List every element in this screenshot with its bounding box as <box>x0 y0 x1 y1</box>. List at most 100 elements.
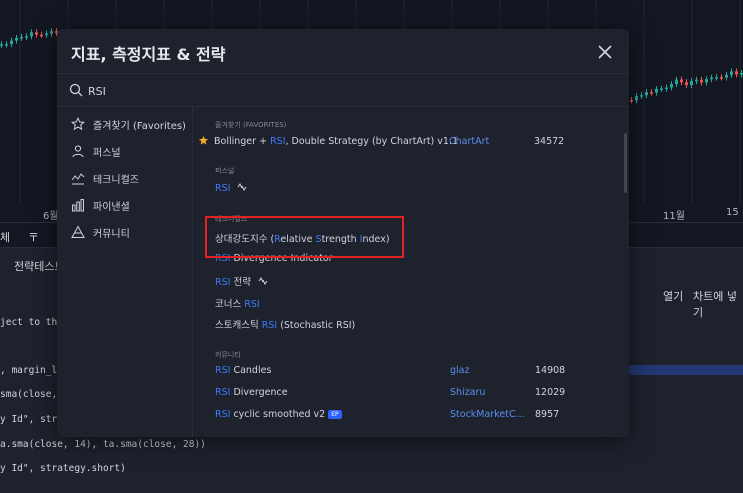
sidebar-item-community[interactable]: 커뮤니티 <box>71 223 130 241</box>
candle-body <box>735 71 738 75</box>
candle-body <box>40 34 43 37</box>
category-sidebar: 즐겨찾기 (Favorites) 퍼스널 테크니컬즈 파이낸셜 커뮤니티 <box>57 107 193 437</box>
search-match: RSI <box>244 299 260 310</box>
candle-body <box>0 44 3 46</box>
sidebar-item-label: 테크니컬즈 <box>93 174 139 186</box>
toolbar-item[interactable]: 체 <box>0 229 10 245</box>
code-line: y Id", strategy.short) <box>0 463 126 474</box>
search-match: RSI <box>270 136 286 147</box>
sidebar-item-technicals[interactable]: 테크니컬즈 <box>71 169 139 187</box>
candle-body <box>695 79 698 82</box>
result-author[interactable]: ChartArt <box>449 136 489 147</box>
editors-pick-badge: EP <box>328 410 342 419</box>
results-scrollbar[interactable] <box>624 133 627 193</box>
candle-body <box>635 96 638 101</box>
candle-body <box>670 84 673 88</box>
x-axis-label: 11월 <box>663 211 685 222</box>
result-item[interactable]: Bollinger + RSI, Double Strategy (by Cha… <box>198 134 619 150</box>
dialog-title: 지표, 측정지표 & 전략 <box>71 45 226 64</box>
result-name: cyclic smoothed v2 <box>230 409 326 420</box>
result-name: Bollinger + <box>214 136 271 147</box>
candle-body <box>710 77 713 80</box>
candle-body <box>685 82 688 86</box>
result-likes: 34572 <box>534 136 565 147</box>
result-likes: 14908 <box>535 365 566 376</box>
result-name: Divergence <box>230 387 288 398</box>
sidebar-item-label: 파이낸셜 <box>93 201 130 213</box>
result-name: 스토캐스틱 <box>215 320 262 331</box>
result-item[interactable]: RSI Candles glaz 14908 <box>199 363 619 379</box>
candle-body <box>655 88 658 93</box>
community-icon <box>71 225 85 238</box>
candle-body <box>30 32 33 37</box>
star-icon <box>71 117 85 131</box>
search-icon <box>69 83 83 97</box>
search-match: RSI <box>261 320 278 331</box>
result-name: Candles <box>230 365 272 376</box>
result-name: , Double Strategy (by ChartArt) v1.1 <box>285 136 459 147</box>
candle-body <box>20 36 23 39</box>
screen: 6월 11월 15 체 〒 전략테스트 열기 차트에 넣기 ject to th… <box>0 0 743 493</box>
selection-highlight <box>629 365 743 375</box>
result-item[interactable]: 코너스 RSI <box>199 294 619 310</box>
code-line: a.sma(close, 14), ta.sma(close, 28)) <box>0 439 206 450</box>
result-item[interactable]: RSI Divergence Shizaru 12029 <box>199 385 619 401</box>
result-author[interactable]: glaz <box>450 365 469 376</box>
close-button[interactable] <box>594 41 616 63</box>
add-to-chart-button[interactable]: 차트에 넣기 <box>693 288 743 320</box>
candle-body <box>15 37 18 41</box>
user-icon <box>72 145 84 158</box>
search-match: RSI <box>215 365 231 376</box>
results-list: 즐겨찾기 (FAVORITES) Bollinger + RSI, Double… <box>194 107 629 437</box>
result-likes: 12029 <box>535 387 566 398</box>
result-item[interactable]: RSI 전략 <box>199 272 619 288</box>
candle-body <box>680 79 683 83</box>
search-match: RSI <box>215 277 231 288</box>
result-name: 코너스 <box>215 299 245 310</box>
candle-body <box>725 74 728 78</box>
result-likes: 8957 <box>535 409 560 420</box>
sidebar-item-label: 커뮤니티 <box>93 228 130 240</box>
candle-body <box>720 77 723 79</box>
candle-body <box>700 79 703 83</box>
candle-body <box>665 87 668 90</box>
candle-body <box>715 77 718 79</box>
financials-icon <box>72 199 84 212</box>
search-match: RSI <box>215 183 231 194</box>
candle-body <box>675 79 678 85</box>
sidebar-item-label: 퍼스널 <box>93 147 121 159</box>
section-header-personal: 퍼스널 <box>215 167 235 175</box>
open-button[interactable]: 열기 <box>663 288 683 304</box>
candle-body <box>10 40 13 45</box>
candle-body <box>25 36 28 38</box>
sidebar-item-favorites[interactable]: 즐겨찾기 (Favorites) <box>71 115 186 133</box>
result-author[interactable]: Shizaru <box>450 387 485 398</box>
candle-body <box>630 100 633 102</box>
search-input[interactable] <box>88 80 608 102</box>
search-match: RSI <box>215 409 231 420</box>
calendar-icon[interactable]: 〒 <box>28 229 39 245</box>
candle-body <box>730 71 733 75</box>
sidebar-item-label: 즐겨찾기 (Favorites) <box>93 120 186 132</box>
sidebar-item-financials[interactable]: 파이낸셜 <box>71 196 130 214</box>
result-name: (Stochastic RSI) <box>277 320 356 331</box>
technicals-icon <box>71 173 85 185</box>
annotation-highlight-box <box>205 216 404 258</box>
candle-body <box>705 79 708 83</box>
candle-body <box>45 33 48 36</box>
result-item[interactable]: RSI cyclic smoothed v2 EP StockMarketC...… <box>199 407 619 423</box>
script-type-icon <box>258 277 268 285</box>
result-item[interactable]: 스토캐스틱 RSI (Stochastic RSI) <box>199 315 619 331</box>
candle-body <box>50 31 53 34</box>
result-name: 전략 <box>230 277 251 288</box>
favorite-star-icon[interactable] <box>198 135 209 146</box>
candle-body <box>690 81 693 86</box>
section-header-community: 커뮤니티 <box>215 351 241 359</box>
result-author[interactable]: StockMarketC... <box>450 409 525 420</box>
sidebar-item-personal[interactable]: 퍼스널 <box>71 142 121 160</box>
section-header-favorites: 즐겨찾기 (FAVORITES) <box>215 121 287 129</box>
candle-body <box>650 92 653 94</box>
search-match: RSI <box>215 387 231 398</box>
candle-body <box>640 95 643 97</box>
result-item[interactable]: RSI <box>199 180 619 196</box>
